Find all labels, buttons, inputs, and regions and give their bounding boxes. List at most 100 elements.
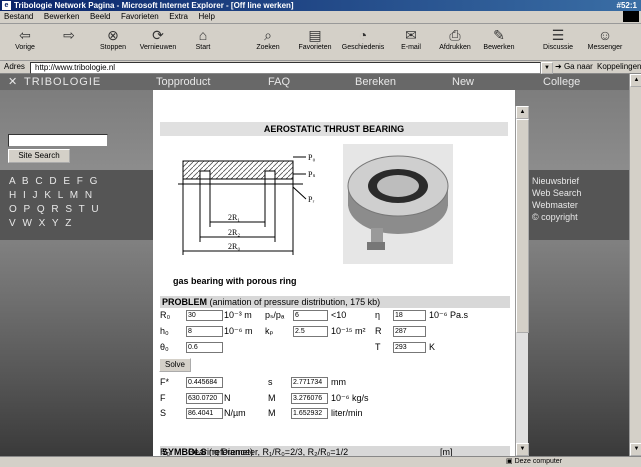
bearing-photo bbox=[343, 144, 453, 264]
scroll-down-icon[interactable]: ▼ bbox=[516, 443, 529, 456]
page-title: AEROSTATIC THRUST BEARING bbox=[160, 122, 508, 136]
menu-bewerken[interactable]: Bewerken bbox=[40, 11, 84, 23]
result-label-m-volume: M bbox=[268, 408, 276, 418]
result-label-f: F bbox=[160, 393, 166, 403]
menu-extra[interactable]: Extra bbox=[165, 11, 192, 23]
solve-button[interactable]: Solve bbox=[159, 358, 191, 372]
scroll-thumb[interactable] bbox=[516, 119, 529, 333]
nav-logo-icon: ✕ bbox=[8, 76, 18, 88]
animation-link[interactable]: (animation of pressure distribution, 175… bbox=[210, 297, 381, 307]
result-label-s: S bbox=[160, 408, 167, 418]
nav-item-college[interactable]: College bbox=[543, 74, 580, 90]
input-label-kp: kₚ bbox=[265, 326, 274, 336]
window-scroll-down-icon[interactable]: ▼ bbox=[630, 443, 641, 456]
stop-button[interactable]: ⊗ Stoppen bbox=[90, 26, 136, 51]
links-button[interactable]: Koppelingen bbox=[597, 62, 641, 71]
symbol-unit-r0: [m] bbox=[440, 447, 453, 456]
alphabet-row[interactable]: H I J K L M N bbox=[9, 190, 94, 201]
result-fstar[interactable]: 0.445684 bbox=[186, 377, 223, 388]
unit-f: N bbox=[224, 393, 231, 403]
mail-button[interactable]: ✉ E-mail bbox=[388, 26, 434, 51]
print-icon: ⎙ bbox=[449, 27, 461, 43]
back-button[interactable]: ⇦ Vorige bbox=[2, 26, 48, 51]
address-label: Adres bbox=[4, 62, 25, 71]
menu-bestand[interactable]: Bestand bbox=[0, 11, 37, 23]
input-ps-pa[interactable]: 6 bbox=[293, 310, 328, 321]
home-icon: ⌂ bbox=[198, 27, 208, 43]
search-button[interactable]: ⌕ Zoeken bbox=[245, 26, 291, 51]
link-webmaster[interactable]: Webmaster bbox=[532, 200, 578, 210]
forward-button[interactable]: ⇨ bbox=[46, 26, 92, 44]
input-label-theta0: θ₀ bbox=[160, 342, 169, 352]
address-input[interactable]: http://www.tribologie.nl bbox=[30, 62, 541, 74]
menu-favorieten[interactable]: Favorieten bbox=[117, 11, 163, 23]
unit-m-volume: liter/min bbox=[331, 408, 363, 418]
link-copyright[interactable]: © copyright bbox=[532, 212, 578, 222]
refresh-icon: ⟳ bbox=[152, 27, 164, 43]
alphabet-row[interactable]: A B C D E F G bbox=[9, 176, 99, 187]
main-content: AEROSTATIC THRUST BEARING P₀ Pₛ Pᵣ 2R₁ 2 bbox=[153, 90, 515, 456]
result-stiffness[interactable]: 86.4041 bbox=[186, 408, 223, 419]
nav-item-topproduct[interactable]: Topproduct bbox=[156, 74, 210, 90]
right-link-box: Nieuwsbrief Web Search Webmaster © copyr… bbox=[527, 170, 629, 240]
alphabet-row[interactable]: O P Q R S T U bbox=[9, 204, 101, 215]
alphabet-row[interactable]: V W X Y Z bbox=[9, 218, 73, 229]
toolbar: ⇦ Vorige ⇨ ⊗ Stoppen ⟳ Vernieuwen ⌂ Start ⌕ Z… bbox=[0, 24, 641, 61]
go-button[interactable]: ➜ Ga naar bbox=[555, 62, 593, 71]
nav-brand[interactable]: TRIBOLOGIE bbox=[24, 74, 101, 90]
input-kp[interactable]: 2.5 bbox=[293, 326, 328, 337]
content-scrollbar[interactable]: ▲ ▼ bbox=[515, 106, 529, 456]
label-2r1: 2R₁ bbox=[228, 213, 240, 222]
edit-button[interactable]: ✎ Bewerken bbox=[476, 26, 522, 51]
print-button[interactable]: ⎙ Afdrukken bbox=[432, 26, 478, 51]
result-label-fstar: F* bbox=[160, 377, 169, 387]
nav-item-new[interactable]: New bbox=[452, 74, 474, 90]
address-dropdown-icon[interactable]: ▼ bbox=[541, 62, 553, 74]
diagram-caption: gas bearing with porous ring bbox=[173, 276, 297, 286]
refresh-button[interactable]: ⟳ Vernieuwen bbox=[135, 26, 181, 51]
discussion-button[interactable]: ☰ Discussie bbox=[535, 26, 581, 51]
label-ps: Pₛ bbox=[308, 170, 315, 179]
back-arrow-icon: ⇦ bbox=[19, 27, 31, 43]
home-button[interactable]: ⌂ Start bbox=[180, 26, 226, 51]
window-scroll-up-icon[interactable]: ▲ bbox=[630, 74, 641, 87]
input-r[interactable]: 287 bbox=[393, 326, 426, 337]
scroll-up-icon[interactable]: ▲ bbox=[516, 106, 529, 119]
input-theta0[interactable]: 0.6 bbox=[186, 342, 223, 353]
stop-icon: ⊗ bbox=[107, 27, 119, 43]
link-web-search[interactable]: Web Search bbox=[532, 188, 581, 198]
site-search-button[interactable]: Site Search bbox=[8, 149, 70, 163]
nav-item-bereken[interactable]: Bereken bbox=[355, 74, 396, 90]
site-search-input[interactable] bbox=[8, 134, 108, 147]
discussion-icon: ☰ bbox=[551, 27, 565, 43]
input-eta[interactable]: 18 bbox=[393, 310, 426, 321]
unit-ps-pa: <10 bbox=[331, 310, 347, 320]
favorites-icon: ▤ bbox=[308, 27, 322, 43]
favorites-button[interactable]: ▤ Favorieten bbox=[292, 26, 338, 51]
edit-icon: ✎ bbox=[493, 27, 505, 43]
link-nieuwsbrief[interactable]: Nieuwsbrief bbox=[532, 176, 579, 186]
windows-logo-icon bbox=[623, 11, 639, 22]
unit-kp: 10⁻¹⁵ m² bbox=[331, 326, 366, 336]
result-small-s[interactable]: 2.771734 bbox=[291, 377, 328, 388]
window-corner: #52:1 bbox=[616, 1, 637, 10]
alphabet-index: A B C D E F G H I J K L M N O P Q R S T … bbox=[0, 170, 153, 240]
input-h0[interactable]: 8 bbox=[186, 326, 223, 337]
bearing-diagram: P₀ Pₛ Pᵣ 2R₁ 2R₂ 2R₀ bbox=[178, 153, 315, 255]
result-f[interactable]: 630.0720 bbox=[186, 393, 223, 404]
menu-help[interactable]: Help bbox=[194, 11, 218, 23]
status-bar: ▣ Deze computer bbox=[0, 456, 641, 467]
result-m-volume[interactable]: 1.652932 bbox=[291, 408, 328, 419]
input-r0[interactable]: 30 bbox=[186, 310, 223, 321]
address-bar: Adres http://www.tribologie.nl ▼ ➜ Ga na… bbox=[0, 61, 641, 74]
menu-beeld[interactable]: Beeld bbox=[86, 11, 114, 23]
window-scrollbar[interactable]: ▲ ▼ bbox=[629, 74, 641, 456]
nav-item-faq[interactable]: FAQ bbox=[268, 74, 290, 90]
messenger-icon: ☺ bbox=[597, 27, 613, 43]
label-pr: Pᵣ bbox=[308, 195, 314, 204]
history-button[interactable]: ◔ Geschiedenis bbox=[340, 26, 386, 51]
messenger-button[interactable]: ☺ Messenger bbox=[582, 26, 628, 51]
result-m-mass[interactable]: 3.276076 bbox=[291, 393, 328, 404]
input-t[interactable]: 293 bbox=[393, 342, 426, 353]
menu-bar: Bestand Bewerken Beeld Favorieten Extra … bbox=[0, 11, 641, 24]
